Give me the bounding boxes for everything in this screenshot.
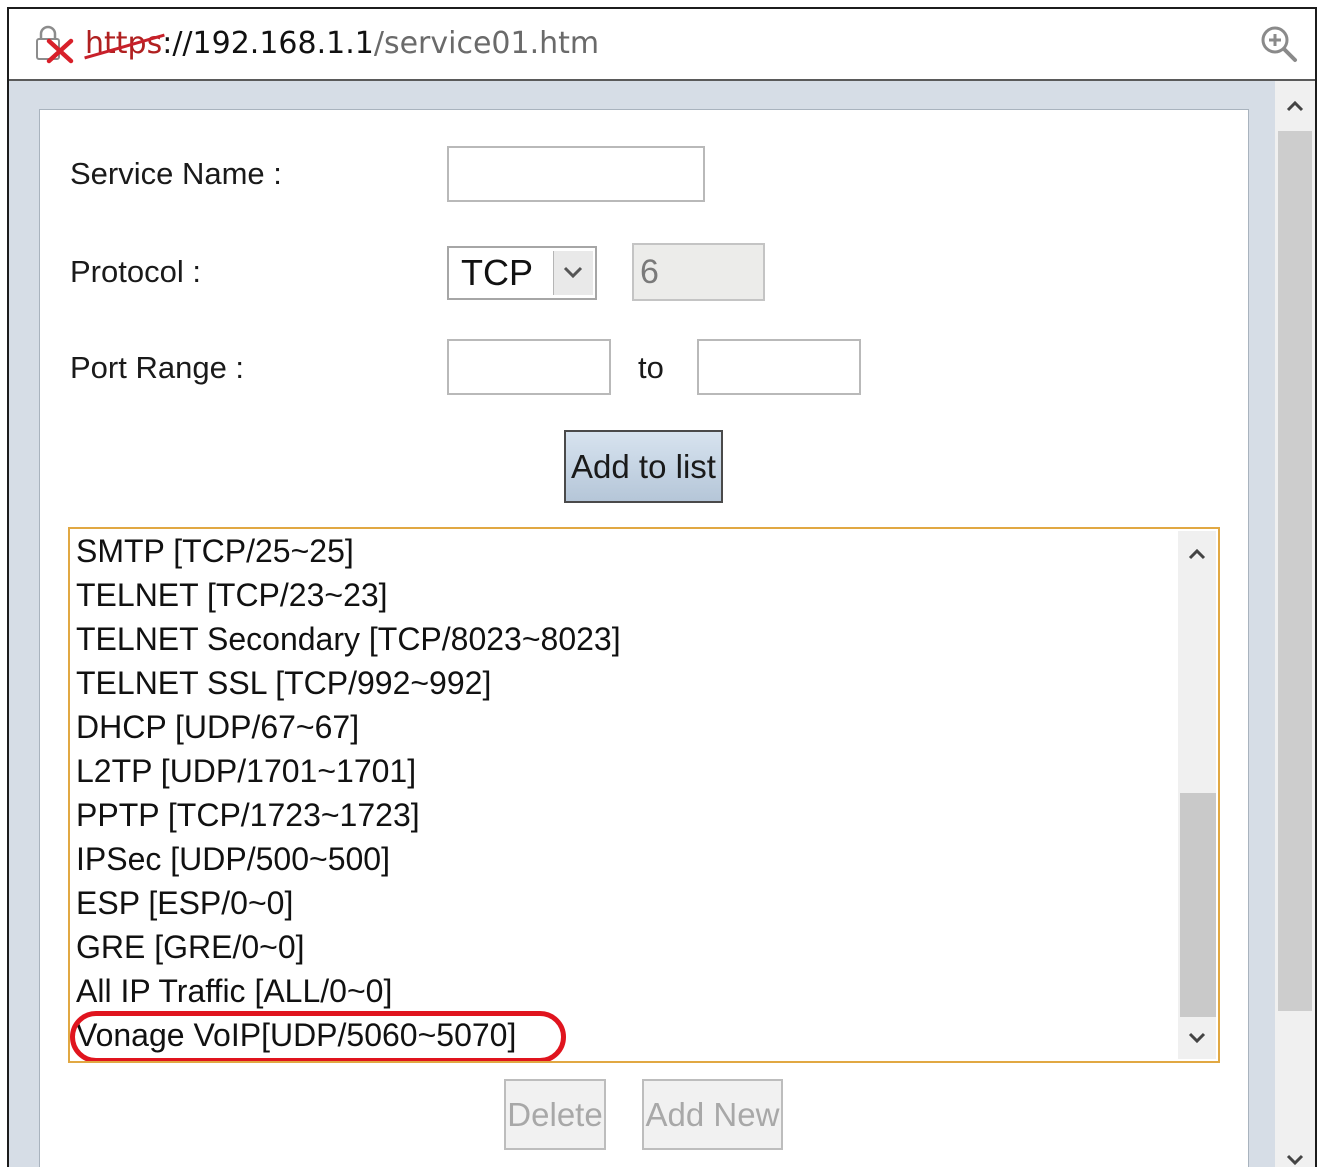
list-item[interactable]: TELNET [TCP/23~23] xyxy=(76,573,388,617)
list-item[interactable]: PPTP [TCP/1723~1723] xyxy=(76,793,420,837)
protocol-label: Protocol : xyxy=(70,254,201,289)
port-to-label: to xyxy=(638,350,664,385)
protocol-select[interactable]: TCP xyxy=(447,246,597,300)
add-new-button[interactable]: Add New xyxy=(642,1079,783,1150)
chevron-up-icon[interactable] xyxy=(1182,539,1212,569)
port-range-label: Port Range : xyxy=(70,350,245,385)
add-to-list-button[interactable]: Add to list xyxy=(564,430,723,503)
port-from-input[interactable] xyxy=(447,339,611,395)
listbox-scroll-thumb[interactable] xyxy=(1180,793,1216,1017)
service-listbox[interactable]: SMTP [TCP/25~25] TELNET [TCP/23~23] TELN… xyxy=(68,527,1220,1063)
url-scheme: https xyxy=(85,26,163,61)
chevron-down-icon[interactable] xyxy=(553,251,593,295)
protocol-number-field: 6 xyxy=(632,243,765,301)
list-item[interactable]: DHCP [UDP/67~67] xyxy=(76,705,359,749)
port-to-input[interactable] xyxy=(697,339,861,395)
service-name-label: Service Name : xyxy=(70,156,282,191)
list-item[interactable]: GRE [GRE/0~0] xyxy=(76,925,305,969)
chevron-up-icon[interactable] xyxy=(1280,91,1310,121)
url-host: ://192.168.1.1 xyxy=(162,26,374,61)
service-name-input[interactable] xyxy=(447,146,705,202)
address-bar[interactable]: https://192.168.1.1/service01.htm xyxy=(9,9,1315,81)
list-item[interactable]: TELNET Secondary [TCP/8023~8023] xyxy=(76,617,621,661)
chevron-down-icon[interactable] xyxy=(1182,1023,1212,1053)
list-item[interactable]: L2TP [UDP/1701~1701] xyxy=(76,749,416,793)
list-item-vonage-voip[interactable]: Vonage VoIP[UDP/5060~5070] xyxy=(76,1013,516,1057)
page-scroll-thumb[interactable] xyxy=(1278,131,1312,1011)
list-item[interactable]: IPSec [UDP/500~500] xyxy=(76,837,390,881)
page-scrollbar[interactable] xyxy=(1275,81,1315,1167)
chevron-down-icon[interactable] xyxy=(1280,1145,1310,1167)
delete-button[interactable]: Delete xyxy=(504,1079,606,1150)
list-item[interactable]: SMTP [TCP/25~25] xyxy=(76,529,354,573)
list-item[interactable]: TELNET SSL [TCP/992~992] xyxy=(76,661,491,705)
page-viewport: Service Name : Protocol : TCP 6 Port Ran… xyxy=(9,81,1275,1167)
service-form-panel: Service Name : Protocol : TCP 6 Port Ran… xyxy=(39,109,1249,1167)
protocol-selected-value: TCP xyxy=(461,252,533,293)
list-item[interactable]: ESP [ESP/0~0] xyxy=(76,881,293,925)
url-text[interactable]: https://192.168.1.1/service01.htm xyxy=(85,24,599,64)
broken-lock-icon xyxy=(33,25,77,65)
zoom-in-icon[interactable] xyxy=(1259,24,1299,64)
listbox-scrollbar[interactable] xyxy=(1178,531,1216,1059)
list-item[interactable]: All IP Traffic [ALL/0~0] xyxy=(76,969,392,1013)
url-path: /service01.htm xyxy=(373,26,600,61)
browser-popup-window: https://192.168.1.1/service01.htm Servic… xyxy=(7,7,1317,1167)
